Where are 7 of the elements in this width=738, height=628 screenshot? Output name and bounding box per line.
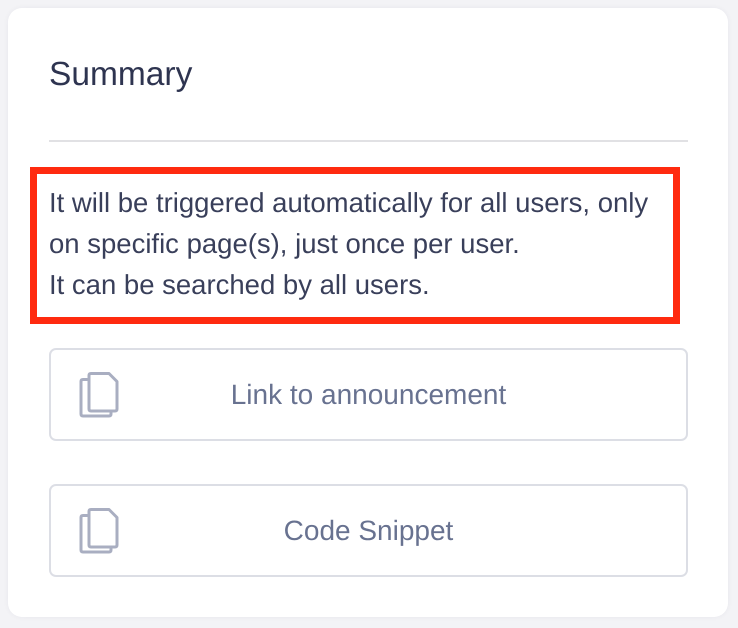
description-text: It can be searched by all users.	[49, 268, 431, 302]
card-title: Summary	[49, 57, 194, 93]
description-text: It will be triggered automatically for all users, only on specific page(s), just once per user.	[49, 186, 650, 261]
copy-button[interactable]: Code Snippet	[49, 484, 688, 577]
copy-icon	[79, 508, 119, 554]
copy-button[interactable]: Link to announcement	[49, 348, 688, 441]
copy-icon	[79, 372, 119, 418]
